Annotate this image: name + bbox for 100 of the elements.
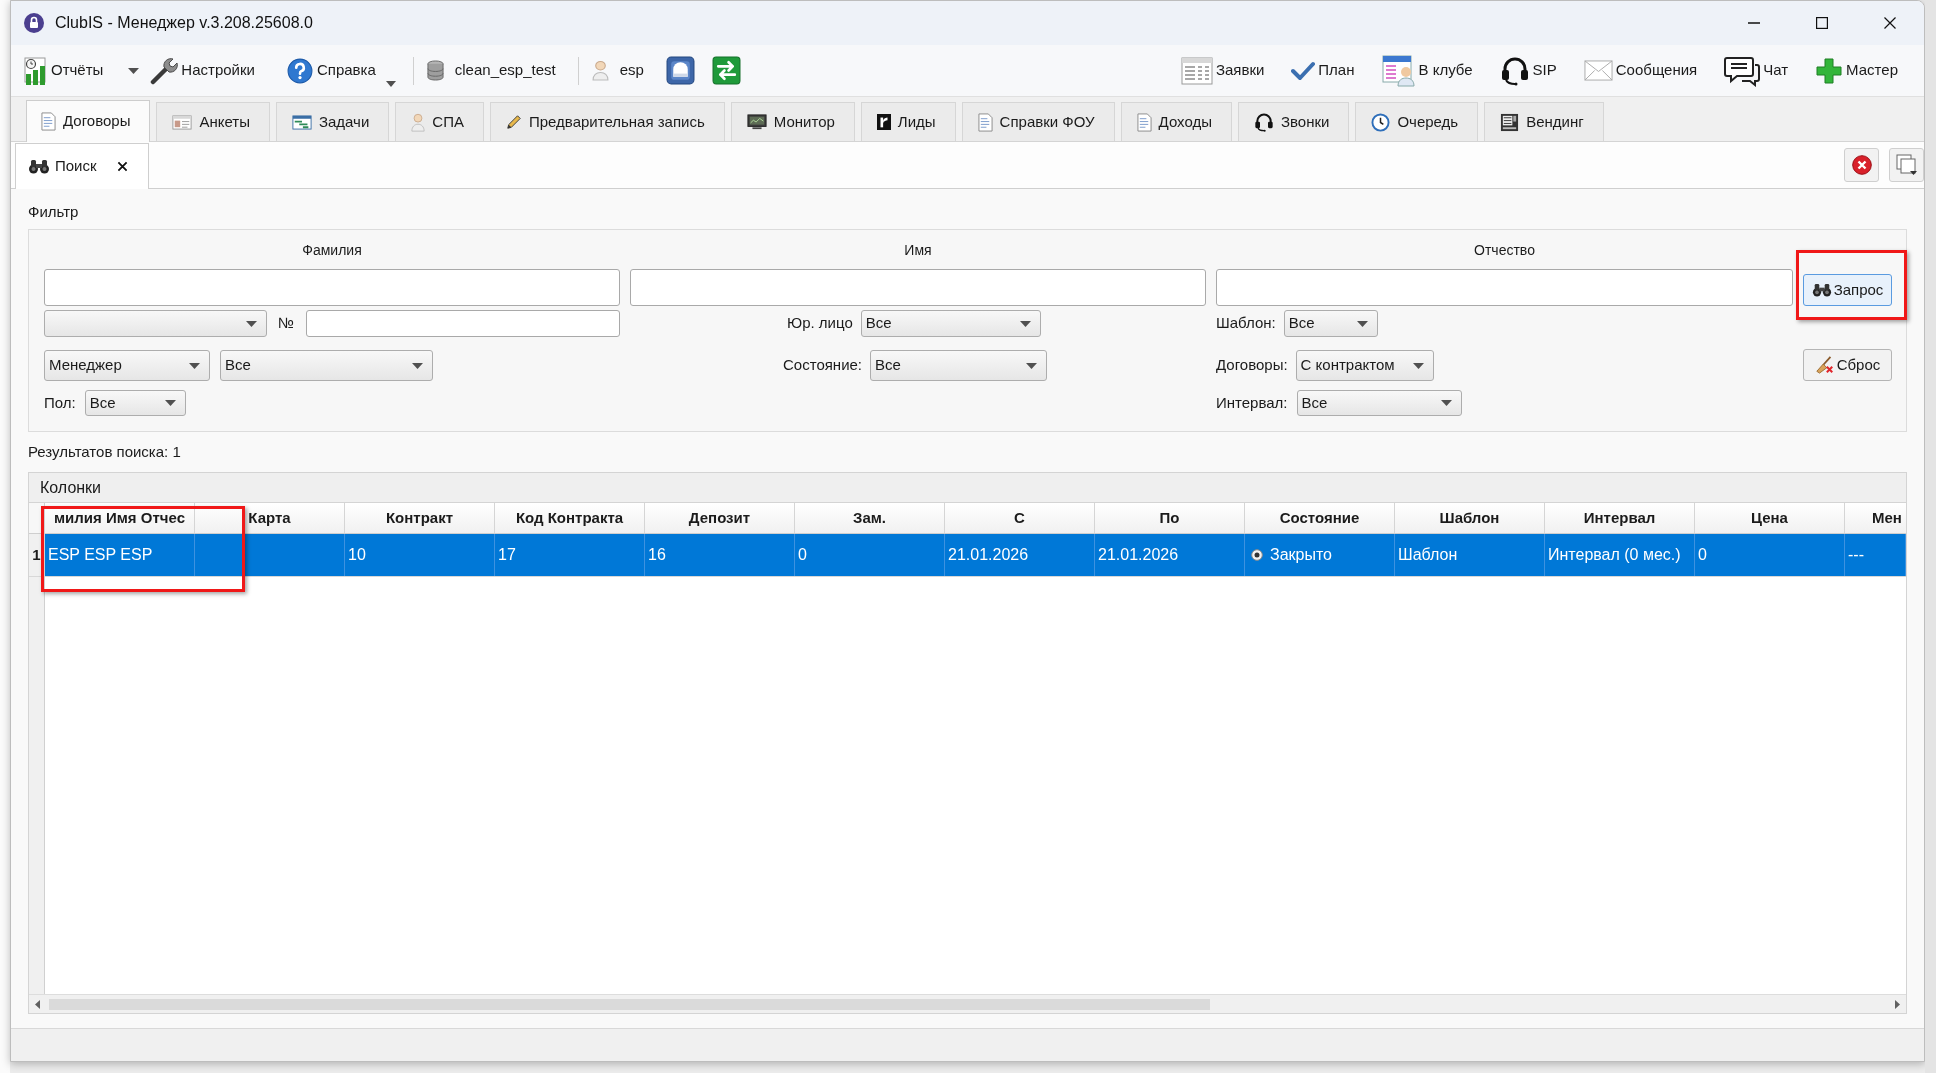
dropdown[interactable]: Все — [220, 350, 433, 381]
column-header[interactable]: С — [945, 503, 1095, 533]
field-label: Состояние: — [783, 355, 862, 376]
table-cell: ESP ESP ESP — [45, 534, 195, 576]
dropdown[interactable]: Все — [860, 310, 1041, 337]
text-field[interactable] — [44, 269, 620, 306]
toolbar-button[interactable]: SIP — [1499, 50, 1557, 91]
column-header[interactable]: Контракт — [345, 503, 495, 533]
close-all-button[interactable] — [1844, 148, 1879, 182]
dropdown[interactable] — [44, 310, 267, 337]
toolbar-button[interactable]: Чат — [1724, 50, 1789, 91]
toolbar-button[interactable]: Сообщения — [1583, 50, 1698, 91]
tab[interactable]: Звонки — [1238, 102, 1350, 141]
column-header[interactable]: Шаблон — [1395, 503, 1545, 533]
headset-icon — [1499, 55, 1530, 86]
column-header[interactable]: Депозит — [645, 503, 795, 533]
toolbar-button[interactable]: План — [1291, 50, 1355, 91]
arrow-right-icon — [1895, 999, 1900, 1009]
sync-button[interactable] — [711, 56, 741, 85]
headset-icon — [1254, 112, 1274, 132]
binoculars-icon — [28, 159, 50, 174]
row-number: 1 — [32, 544, 41, 565]
text-field[interactable] — [1216, 269, 1793, 306]
column-header[interactable]: милия Имя Отчес — [45, 503, 195, 533]
dropdown[interactable]: Менеджер — [44, 350, 210, 381]
tab[interactable]: Монитор — [730, 102, 855, 141]
table-cell: 21.01.2026 — [945, 534, 1095, 576]
field-label: № — [278, 313, 295, 334]
toolbar-button[interactable]: Мастер — [1815, 50, 1898, 91]
user-icon — [411, 112, 426, 132]
help-icon — [286, 57, 313, 84]
column-header[interactable]: Код Контракта — [495, 503, 645, 533]
tab[interactable]: Договоры — [26, 100, 151, 142]
table-cell: Интервал (0 мес.) — [1545, 534, 1695, 576]
tab[interactable]: Справки ФОУ — [961, 102, 1115, 141]
close-icon — [1884, 17, 1896, 29]
database-icon — [426, 60, 444, 81]
column-header[interactable]: Мен — [1845, 503, 1906, 533]
panel-title: Колонки — [40, 477, 102, 498]
caret-icon — [127, 67, 139, 74]
user-icon — [591, 60, 609, 81]
column-header[interactable]: Карта — [195, 503, 345, 533]
pencil-icon — [505, 114, 522, 130]
table-cell: 21.01.2026 — [1095, 534, 1245, 576]
table-cell: --- — [1845, 534, 1906, 576]
column-header[interactable]: Цена — [1695, 503, 1845, 533]
column-header[interactable]: Интервал — [1545, 503, 1695, 533]
tab[interactable]: Предварительная запись — [489, 102, 725, 141]
table-icon — [1180, 56, 1213, 85]
vending-machine-icon — [1500, 112, 1520, 132]
tab[interactable]: Поиск — [15, 143, 149, 189]
column-header[interactable]: Состояние — [1245, 503, 1395, 533]
field-label: Шаблон: — [1216, 313, 1276, 334]
table-cell: 0 — [795, 534, 945, 576]
document-icon — [977, 112, 993, 132]
tab[interactable]: Лиды — [860, 102, 956, 141]
tab[interactable]: СПА — [395, 102, 484, 141]
toolbar-button[interactable]: Заявки — [1180, 50, 1265, 91]
column-header[interactable]: Зам. — [795, 503, 945, 533]
status-label: Закрыто — [1270, 545, 1332, 565]
close-icon — [1851, 155, 1872, 175]
dropdown[interactable]: С контрактом — [1295, 350, 1434, 381]
tab[interactable]: Вендинг — [1484, 102, 1604, 141]
results-count: Результатов поиска: 1 — [28, 443, 181, 461]
toolbar-button[interactable]: В клубе — [1381, 50, 1473, 91]
caret-icon — [1026, 362, 1037, 369]
query-button[interactable]: Запрос — [1803, 274, 1892, 306]
envelope-icon — [1583, 60, 1613, 81]
lock-button[interactable] — [665, 56, 695, 85]
dropdown[interactable]: Все — [1296, 390, 1462, 416]
dropdown[interactable]: Все — [1283, 310, 1378, 337]
arrow-left-icon — [35, 999, 40, 1009]
close-tab-button[interactable] — [115, 159, 130, 174]
tab[interactable]: Анкеты — [156, 102, 270, 141]
field-label: Фамилия — [302, 240, 362, 260]
windows-icon — [1895, 154, 1918, 176]
caret-icon — [1440, 400, 1452, 406]
field-label: Интервал: — [1216, 392, 1288, 413]
dropdown[interactable]: Все — [870, 350, 1047, 381]
window-title: ClubIS - Менеджер v.3.208.25608.0 — [55, 13, 313, 33]
dropdown[interactable]: Все — [84, 390, 186, 416]
tab[interactable]: Очередь — [1355, 102, 1479, 141]
column-header[interactable]: По — [1095, 503, 1245, 533]
chat-icon — [1724, 54, 1761, 87]
gantt-chart-icon — [291, 114, 312, 130]
caret-icon — [1356, 320, 1368, 327]
windows-button[interactable] — [1889, 148, 1924, 182]
plus-icon — [1815, 56, 1844, 85]
tab[interactable]: Доходы — [1120, 102, 1232, 141]
text-field[interactable] — [630, 269, 1206, 306]
toolbar-button[interactable]: Справка — [285, 50, 397, 91]
tab[interactable]: Задачи — [275, 102, 390, 141]
reset-button[interactable]: Сброс — [1803, 349, 1892, 381]
toolbar-button[interactable]: Отчёты — [22, 50, 105, 91]
checkmark-icon — [1291, 60, 1316, 81]
toolbar-label: esp — [619, 60, 644, 81]
text-field[interactable] — [306, 310, 620, 337]
caret-icon — [385, 80, 396, 87]
toolbar-button[interactable]: Настройки — [149, 50, 256, 91]
binoculars-icon — [1811, 283, 1832, 297]
